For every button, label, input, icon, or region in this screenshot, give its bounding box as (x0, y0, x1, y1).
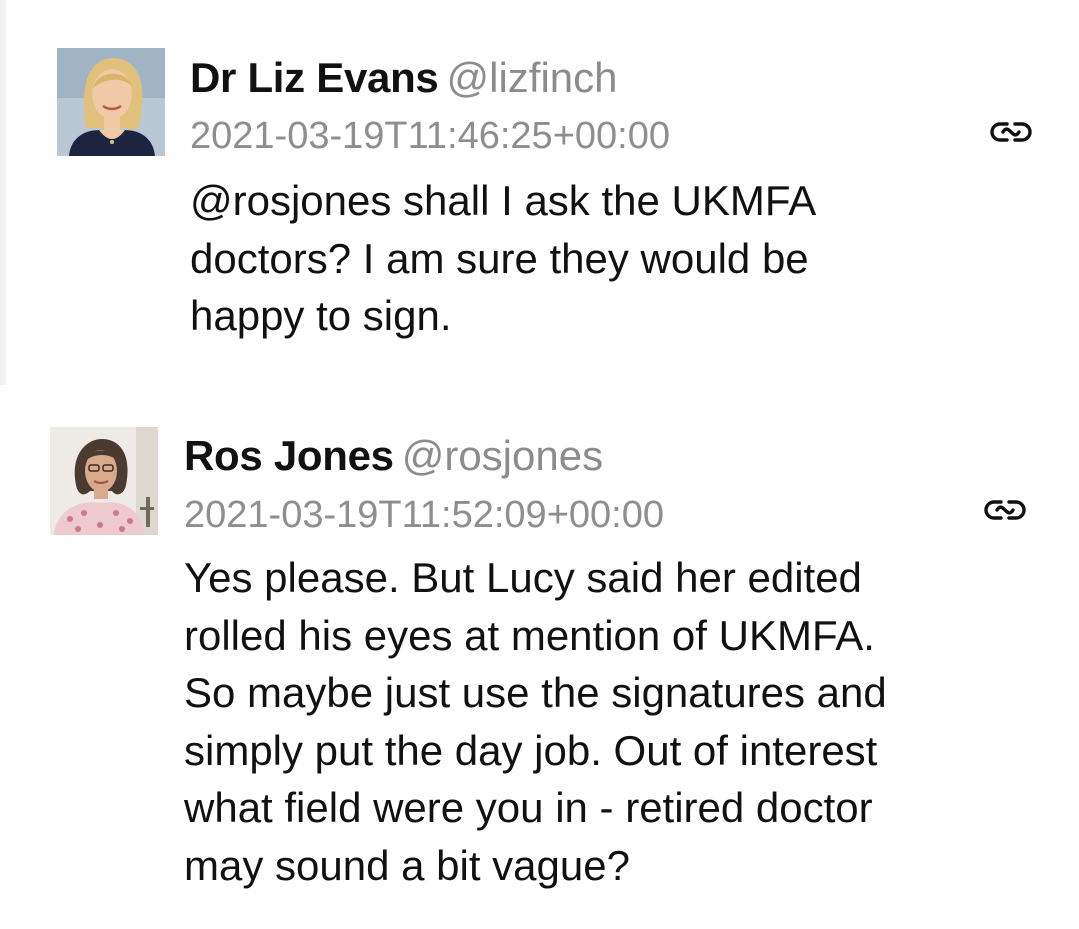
tweet-text: @rosjones shall I ask the UKMFA doctors?… (190, 177, 817, 339)
tweet-text: Yes please. But Lucy said her edited rol… (184, 554, 887, 889)
profile-photo-icon (50, 427, 158, 535)
display-name[interactable]: Ros Jones (184, 432, 394, 479)
tweet-item: Ros Jones @rosjones 2021-03-19T11:52:09+0… (0, 400, 1079, 929)
avatar-ros-jones[interactable] (50, 427, 158, 535)
tweet-header: Dr Liz Evans @lizfinch (190, 50, 618, 106)
tweet-timestamp: 2021-03-19T11:52:09+00:00 (184, 494, 664, 536)
link-icon (990, 122, 1032, 142)
permalink-button[interactable] (989, 117, 1033, 147)
display-name[interactable]: Dr Liz Evans (190, 54, 439, 101)
user-handle[interactable]: @rosjones (402, 432, 603, 479)
avatar-liz-evans[interactable] (57, 48, 165, 156)
tweet-timestamp: 2021-03-19T11:46:25+00:00 (190, 115, 670, 157)
link-icon (984, 500, 1026, 520)
profile-photo-icon (57, 48, 165, 156)
tweet-header: Ros Jones @rosjones (184, 428, 603, 484)
tweet-item: Dr Liz Evans @lizfinch 2021-03-19T11:46:2… (0, 0, 1079, 400)
user-handle[interactable]: @lizfinch (446, 54, 617, 101)
permalink-button[interactable] (983, 495, 1027, 525)
